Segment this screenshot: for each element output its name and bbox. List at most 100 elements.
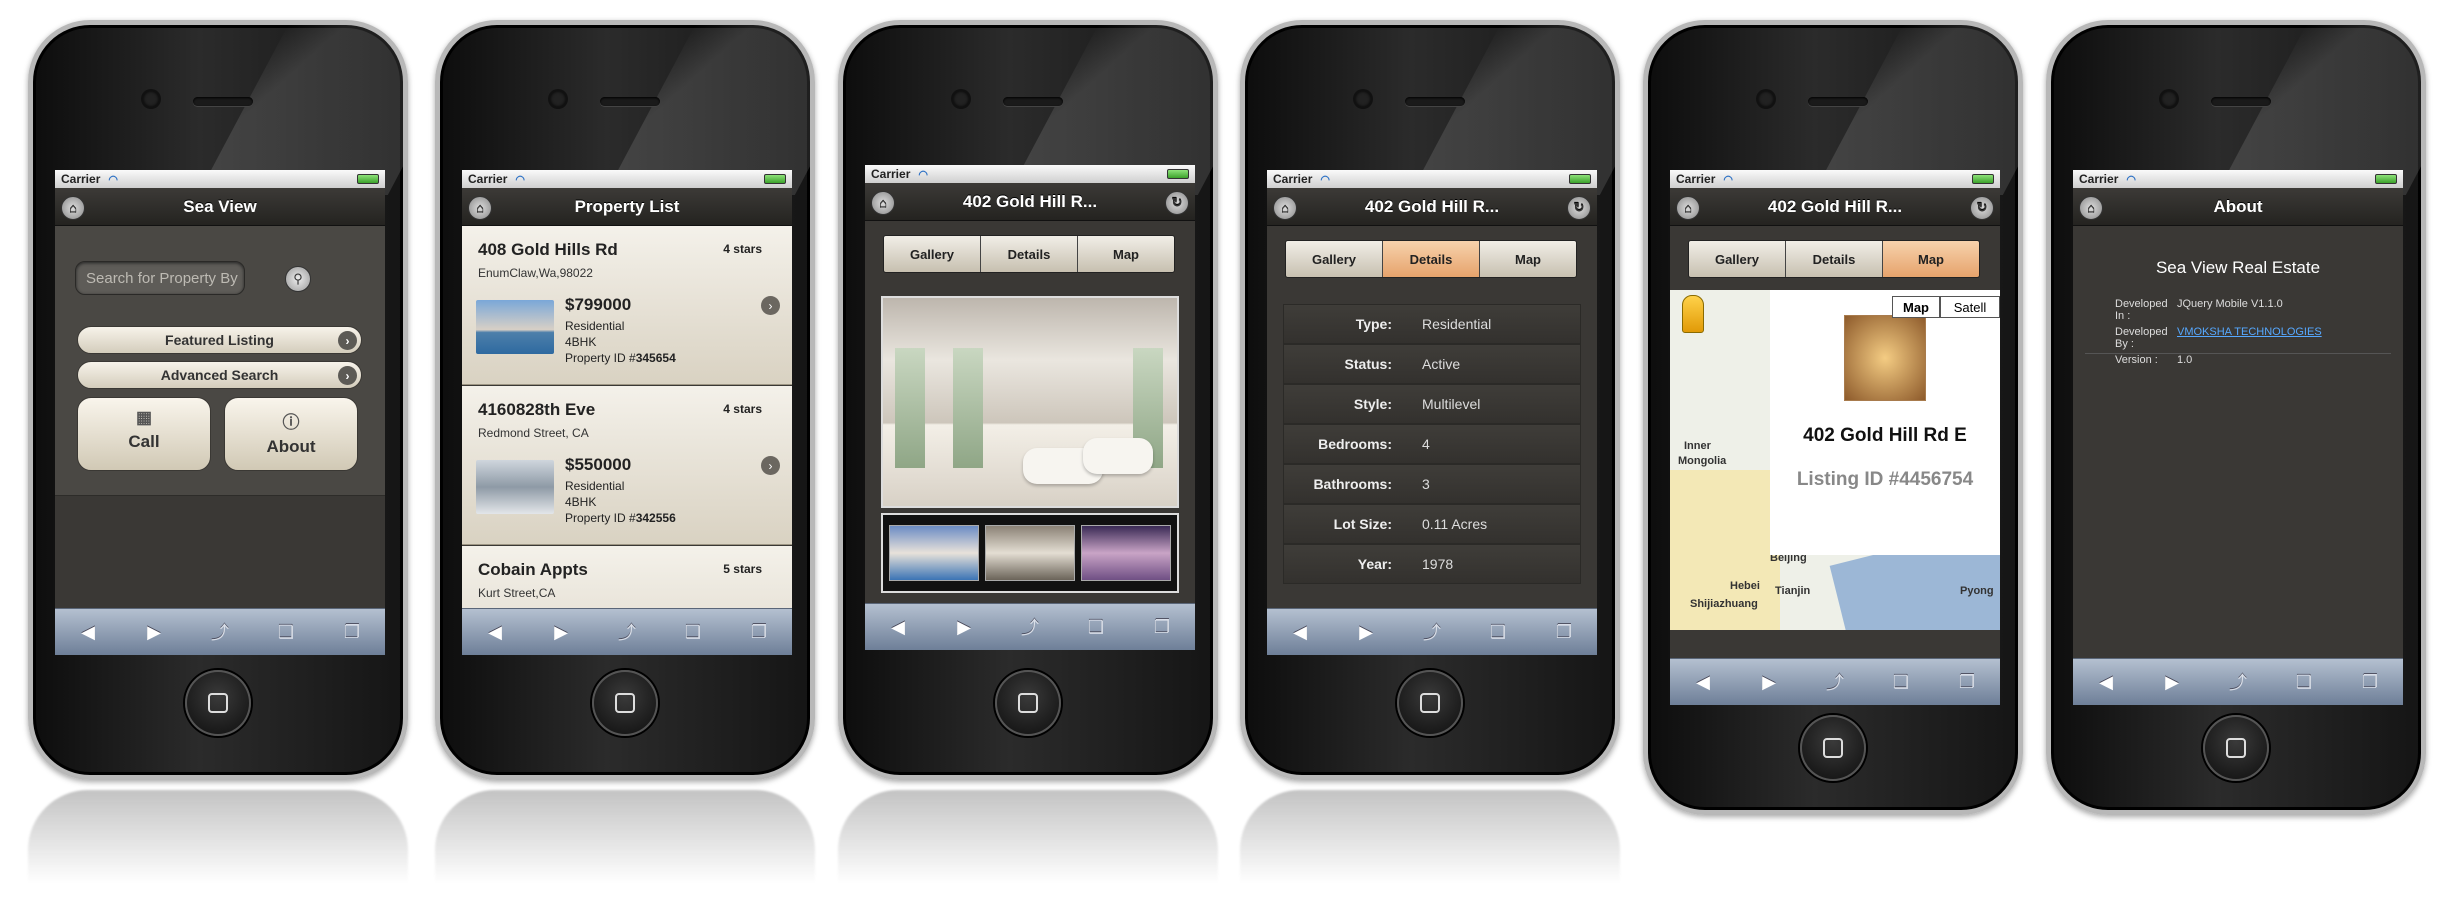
phone-reflection — [838, 790, 1218, 900]
home-icon[interactable]: ⌂ — [1676, 196, 1700, 220]
forward-arrow-icon[interactable]: ▶ — [2155, 669, 2189, 695]
refresh-icon[interactable]: ↻ — [1970, 196, 1994, 220]
home-button[interactable] — [1800, 715, 1866, 781]
screen: Carrier ◠ ⌂ 402 Gold Hill R... ↻ Gallery … — [1670, 170, 2000, 705]
back-arrow-icon[interactable]: ◀ — [2089, 669, 2123, 695]
home-icon[interactable]: ⌂ — [2079, 196, 2103, 220]
forward-arrow-icon[interactable]: ▶ — [137, 619, 171, 645]
listing-type: Residential — [565, 479, 625, 493]
share-icon[interactable]: ⤴ — [203, 619, 237, 645]
forward-arrow-icon[interactable]: ▶ — [1349, 619, 1383, 645]
bookmarks-icon[interactable]: ❑ — [1079, 614, 1113, 640]
list-item[interactable]: 408 Gold Hills Rd EnumClaw,Wa,98022 4 st… — [462, 226, 792, 385]
screen: Carrier ◠ ⌂ 402 Gold Hill R... ↻ Gallery … — [1267, 170, 1597, 655]
call-button[interactable]: ▦ Call — [77, 397, 211, 471]
home-icon[interactable]: ⌂ — [1273, 196, 1297, 220]
gallery-thumbnail[interactable] — [985, 525, 1075, 581]
bookmarks-icon[interactable]: ❑ — [2287, 669, 2321, 695]
forward-arrow-icon[interactable]: ▶ — [1752, 669, 1786, 695]
developer-link[interactable]: VMOKSHA TECHNOLOGIES — [2177, 326, 2322, 350]
list-item[interactable]: 4160828th Eve Redmond Street, CA 4 stars… — [462, 386, 792, 545]
speaker-grille — [1808, 97, 1868, 106]
map-view[interactable]: Inner Mongolia Beijing Tianjin Hebei Shi… — [1670, 290, 2000, 630]
tab-map[interactable]: Map — [1078, 236, 1174, 272]
property-photo — [1844, 315, 1926, 401]
status-bar: Carrier ◠ — [1267, 170, 1597, 188]
share-icon[interactable]: ⤴ — [1415, 619, 1449, 645]
gallery-thumbnail[interactable] — [889, 525, 979, 581]
back-arrow-icon[interactable]: ◀ — [881, 614, 915, 640]
search-input[interactable]: Search for Property By — [75, 261, 245, 295]
tab-details[interactable]: Details — [1383, 241, 1480, 277]
tabs-icon[interactable]: ❐ — [1547, 619, 1581, 645]
listing-id: Property ID #345654 — [565, 350, 676, 366]
back-arrow-icon[interactable]: ◀ — [71, 619, 105, 645]
tab-gallery[interactable]: Gallery — [884, 236, 981, 272]
tab-details[interactable]: Details — [1786, 241, 1883, 277]
forward-arrow-icon[interactable]: ▶ — [544, 619, 578, 645]
refresh-icon[interactable]: ↻ — [1567, 196, 1591, 220]
list-item[interactable]: Cobain Appts Kurt Street,CA 5 stars — [462, 546, 792, 608]
back-arrow-icon[interactable]: ◀ — [1283, 619, 1317, 645]
share-icon[interactable]: ⤴ — [610, 619, 644, 645]
tab-map[interactable]: Map — [1883, 241, 1979, 277]
refresh-icon[interactable]: ↻ — [1165, 191, 1189, 215]
bookmarks-icon[interactable]: ❑ — [676, 619, 710, 645]
home-icon[interactable]: ⌂ — [871, 191, 895, 215]
home-button[interactable] — [1397, 670, 1463, 736]
battery-icon — [1569, 174, 1591, 184]
listing-address: Kurt Street,CA — [478, 586, 556, 600]
wifi-icon: ◠ — [1320, 173, 1330, 186]
tabs-icon[interactable]: ❐ — [742, 619, 776, 645]
back-arrow-icon[interactable]: ◀ — [478, 619, 512, 645]
tab-gallery[interactable]: Gallery — [1286, 241, 1383, 277]
segmented-tabs: Gallery Details Map — [1285, 240, 1577, 278]
tab-gallery[interactable]: Gallery — [1689, 241, 1786, 277]
about-button[interactable]: ⓘ About — [224, 397, 358, 471]
camera-icon — [143, 91, 159, 107]
phone-body: Carrier ◠ ⌂ 402 Gold Hill R... ↻ Gallery … — [1643, 20, 2023, 815]
page-title: Sea View — [183, 196, 257, 216]
share-icon[interactable]: ⤴ — [1818, 669, 1852, 695]
tab-details[interactable]: Details — [981, 236, 1078, 272]
home-button[interactable] — [185, 670, 251, 736]
showcase-stage: Carrier ◠ ⌂ Sea View Search for Property … — [0, 0, 2445, 900]
home-button[interactable] — [2203, 715, 2269, 781]
gallery-thumbnail[interactable] — [1081, 525, 1171, 581]
share-icon[interactable]: ⤴ — [1013, 614, 1047, 640]
home-button[interactable] — [592, 670, 658, 736]
share-icon[interactable]: ⤴ — [2221, 669, 2255, 695]
header: ⌂ Sea View — [55, 188, 385, 226]
home-icon[interactable]: ⌂ — [468, 196, 492, 220]
search-icon[interactable]: ⚲ — [285, 266, 311, 292]
bookmarks-icon[interactable]: ❑ — [1884, 669, 1918, 695]
map-type-satellite-button[interactable]: Satell — [1940, 296, 2000, 318]
bookmarks-icon[interactable]: ❑ — [1481, 619, 1515, 645]
tabs-icon[interactable]: ❐ — [335, 619, 369, 645]
bookmarks-icon[interactable]: ❑ — [269, 619, 303, 645]
forward-arrow-icon[interactable]: ▶ — [947, 614, 981, 640]
carrier-label: Carrier — [61, 172, 101, 186]
listing-stars: 4 stars — [723, 402, 762, 416]
content: Gallery Details Map — [865, 221, 1195, 603]
back-arrow-icon[interactable]: ◀ — [1686, 669, 1720, 695]
home-button[interactable] — [995, 670, 1061, 736]
advanced-search-button[interactable]: Advanced Search › — [77, 361, 362, 389]
tabs-icon[interactable]: ❐ — [1145, 614, 1179, 640]
map-type-map-button[interactable]: Map — [1892, 296, 1940, 318]
tab-map[interactable]: Map — [1480, 241, 1576, 277]
detail-key: Lot Size: — [1333, 516, 1392, 532]
tabs-icon[interactable]: ❐ — [2353, 669, 2387, 695]
page-title: About — [2213, 196, 2263, 216]
listing-address: EnumClaw,Wa,98022 — [478, 266, 593, 280]
pegman-icon[interactable] — [1682, 295, 1704, 333]
phone-reflection — [28, 790, 408, 900]
home-icon[interactable]: ⌂ — [61, 196, 85, 220]
detail-key: Bathrooms: — [1313, 476, 1392, 492]
featured-listing-button[interactable]: Featured Listing › — [77, 326, 362, 354]
status-bar: Carrier ◠ — [1670, 170, 2000, 188]
phone-property-list: Carrier ◠ ⌂ Property List 408 Gold Hills … — [435, 20, 815, 900]
tabs-icon[interactable]: ❐ — [1950, 669, 1984, 695]
listing-stars: 4 stars — [723, 242, 762, 256]
info-window: 402 Gold Hill Rd E Listing ID #4456754 — [1770, 290, 2000, 555]
